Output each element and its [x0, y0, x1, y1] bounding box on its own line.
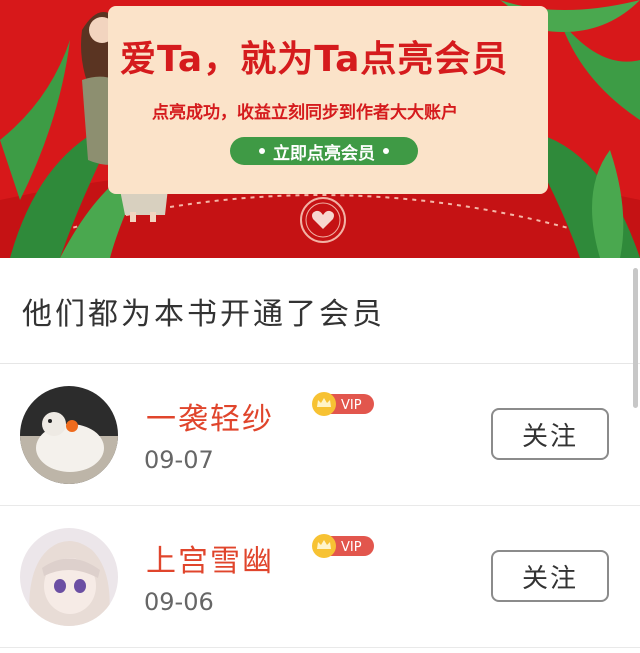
follow-button[interactable]: 关注 — [491, 408, 609, 460]
section-title: 他们都为本书开通了会员 — [22, 296, 385, 332]
member-row[interactable]: 上宫雪幽 VIP 09-06 关注 — [0, 506, 640, 648]
vip-badge: VIP — [312, 392, 374, 416]
light-up-membership-button[interactable]: 立即点亮会员 — [230, 137, 418, 165]
dot-icon — [383, 148, 389, 154]
member-date: 09-06 — [144, 588, 214, 616]
member-name[interactable]: 上宫雪幽 — [146, 536, 274, 580]
avatar[interactable] — [20, 528, 118, 626]
member-row[interactable]: 一袭轻纱 VIP 09-07 关注 — [0, 364, 640, 506]
member-name[interactable]: 一袭轻纱 — [146, 394, 274, 438]
vip-badge-label: VIP — [341, 540, 362, 555]
banner-title: 爱Ta，就为Ta点亮会员 — [120, 39, 509, 80]
member-date: 09-07 — [144, 446, 214, 474]
promo-banner[interactable]: 爱Ta，就为Ta点亮会员 点亮成功，收益立刻同步到作者大大账户 立即点亮会员 — [0, 0, 640, 258]
heart-seal-icon — [300, 197, 346, 243]
section-header: 他们都为本书开通了会员 — [0, 258, 640, 364]
light-up-membership-label: 立即点亮会员 — [273, 143, 375, 164]
follow-button[interactable]: 关注 — [491, 550, 609, 602]
avatar[interactable] — [20, 386, 118, 484]
vip-badge-label: VIP — [341, 398, 362, 413]
banner-subtitle: 点亮成功，收益立刻同步到作者大大账户 — [152, 103, 458, 123]
vip-badge: VIP — [312, 534, 374, 558]
dot-icon — [259, 148, 265, 154]
